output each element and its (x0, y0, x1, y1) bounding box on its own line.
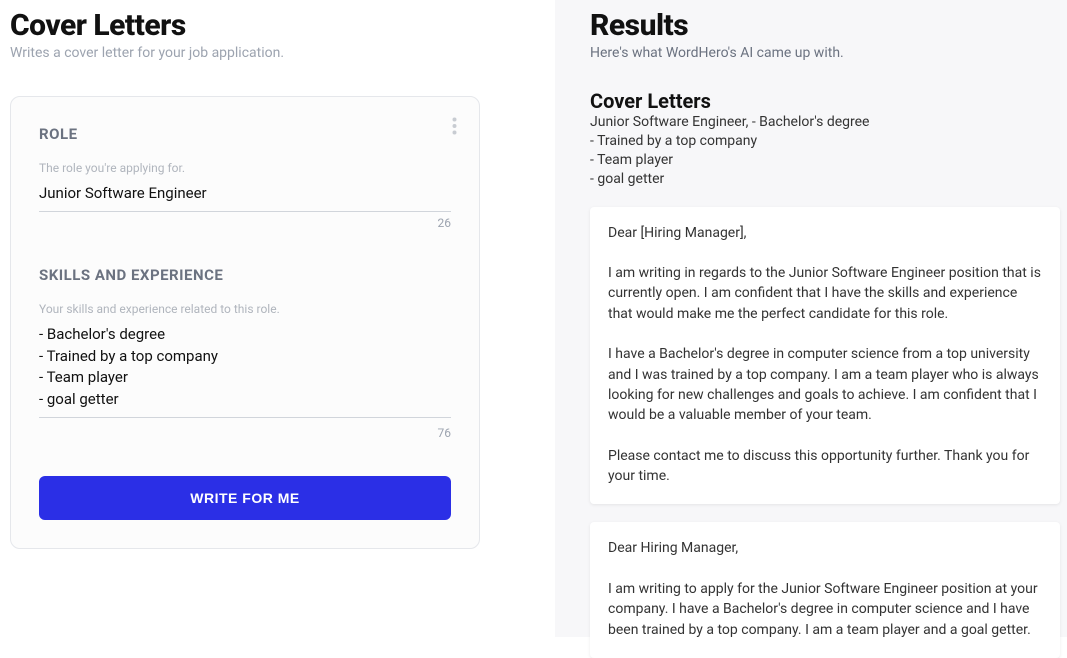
input-panel: Cover Letters Writes a cover letter for … (0, 0, 555, 637)
result-meta-line: - Team player (590, 151, 1057, 170)
result-meta: Cover Letters Junior Software Engineer, … (590, 89, 1057, 189)
results-panel: Results Here's what WordHero's AI came u… (555, 0, 1067, 637)
result-card[interactable]: Dear [Hiring Manager], I am writing in r… (590, 207, 1060, 505)
skills-char-count: 76 (39, 426, 451, 440)
write-for-me-button[interactable]: WRITE FOR ME (39, 476, 451, 520)
role-hint: The role you're applying for. (39, 161, 451, 175)
results-title: Results (590, 8, 1057, 43)
more-options-button[interactable] (448, 113, 461, 139)
role-field-block: ROLE The role you're applying for. 26 (39, 125, 451, 230)
results-subtitle: Here's what WordHero's AI came up with. (590, 45, 1057, 61)
result-meta-line: - Trained by a top company (590, 132, 1057, 151)
page-title: Cover Letters (10, 8, 545, 43)
skills-label: SKILLS AND EXPERIENCE (39, 266, 451, 284)
result-meta-line: Junior Software Engineer, - Bachelor's d… (590, 113, 1057, 132)
role-label: ROLE (39, 125, 451, 143)
role-char-count: 26 (39, 216, 451, 230)
result-text: Dear Hiring Manager, I am writing to app… (608, 538, 1042, 639)
skills-field-block: SKILLS AND EXPERIENCE Your skills and ex… (39, 266, 451, 440)
result-card[interactable]: Dear Hiring Manager, I am writing to app… (590, 522, 1060, 657)
result-meta-line: - goal getter (590, 170, 1057, 189)
page-subtitle: Writes a cover letter for your job appli… (10, 45, 545, 61)
result-text: Dear [Hiring Manager], I am writing in r… (608, 223, 1042, 487)
skills-hint: Your skills and experience related to th… (39, 302, 451, 316)
skills-input[interactable] (39, 320, 451, 418)
result-meta-heading: Cover Letters (590, 89, 1057, 113)
role-input[interactable] (39, 179, 451, 212)
form-card: ROLE The role you're applying for. 26 SK… (10, 96, 480, 549)
